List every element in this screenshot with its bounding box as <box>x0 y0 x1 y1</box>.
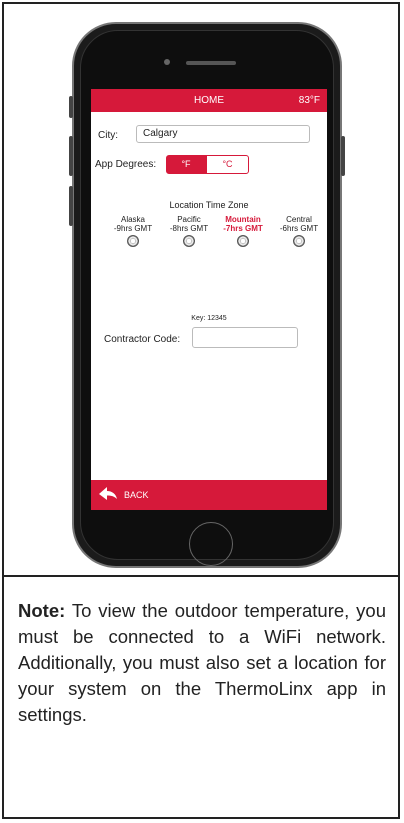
back-button[interactable]: BACK <box>91 480 327 510</box>
outdoor-temperature: 83°F <box>298 95 320 106</box>
timezone-alaska[interactable]: Alaska -9hrs GMT <box>105 215 161 247</box>
timezone-name: Alaska <box>120 215 145 224</box>
city-label: City: <box>98 130 118 141</box>
back-arrow-icon <box>99 487 117 500</box>
power-button <box>341 136 345 176</box>
top-bar: HOME 83°F <box>91 89 327 112</box>
fahrenheit-toggle[interactable]: °F <box>166 155 206 174</box>
page-title: HOME <box>194 95 224 106</box>
note-prefix: Note: <box>18 600 66 621</box>
timezone-central[interactable]: Central -6hrs GMT <box>271 215 327 247</box>
contractor-code-input[interactable] <box>192 327 298 348</box>
app-screen: HOME 83°F City: Calgary App Degrees: °F … <box>91 89 327 510</box>
volume-down-button <box>69 186 73 226</box>
contractor-code-label: Contractor Code: <box>104 334 181 345</box>
note-paragraph: Note: To view the outdoor temperature, y… <box>18 598 386 728</box>
camera-icon <box>164 59 170 65</box>
celsius-toggle[interactable]: °C <box>206 155 249 174</box>
mute-switch <box>69 96 73 118</box>
radio-dial-icon[interactable] <box>183 235 195 247</box>
city-input[interactable]: Calgary <box>136 125 310 143</box>
timezone-title: Location Time Zone <box>169 200 249 210</box>
timezone-name: Mountain <box>225 215 261 224</box>
timezone-offset: -7hrs GMT <box>223 224 263 233</box>
radio-dial-icon[interactable] <box>237 235 249 247</box>
key-code: Key: 12345 <box>191 315 227 322</box>
timezone-offset: -9hrs GMT <box>113 224 153 233</box>
timezone-mountain[interactable]: Mountain -7hrs GMT <box>215 215 271 247</box>
app-degrees-label: App Degrees: <box>95 159 157 170</box>
volume-up-button <box>69 136 73 176</box>
back-label: BACK <box>124 490 149 500</box>
note-text: To view the outdoor temperature, you mus… <box>18 600 386 725</box>
timezone-name: Central <box>286 215 312 224</box>
radio-dial-icon[interactable] <box>293 235 305 247</box>
timezone-name: Pacific <box>177 215 201 224</box>
timezone-offset: -6hrs GMT <box>279 224 319 233</box>
timezone-offset: -8hrs GMT <box>169 224 209 233</box>
divider <box>2 575 400 577</box>
speaker-grille <box>186 61 236 65</box>
home-button[interactable] <box>189 522 233 566</box>
radio-dial-icon[interactable] <box>127 235 139 247</box>
timezone-pacific[interactable]: Pacific -8hrs GMT <box>161 215 217 247</box>
